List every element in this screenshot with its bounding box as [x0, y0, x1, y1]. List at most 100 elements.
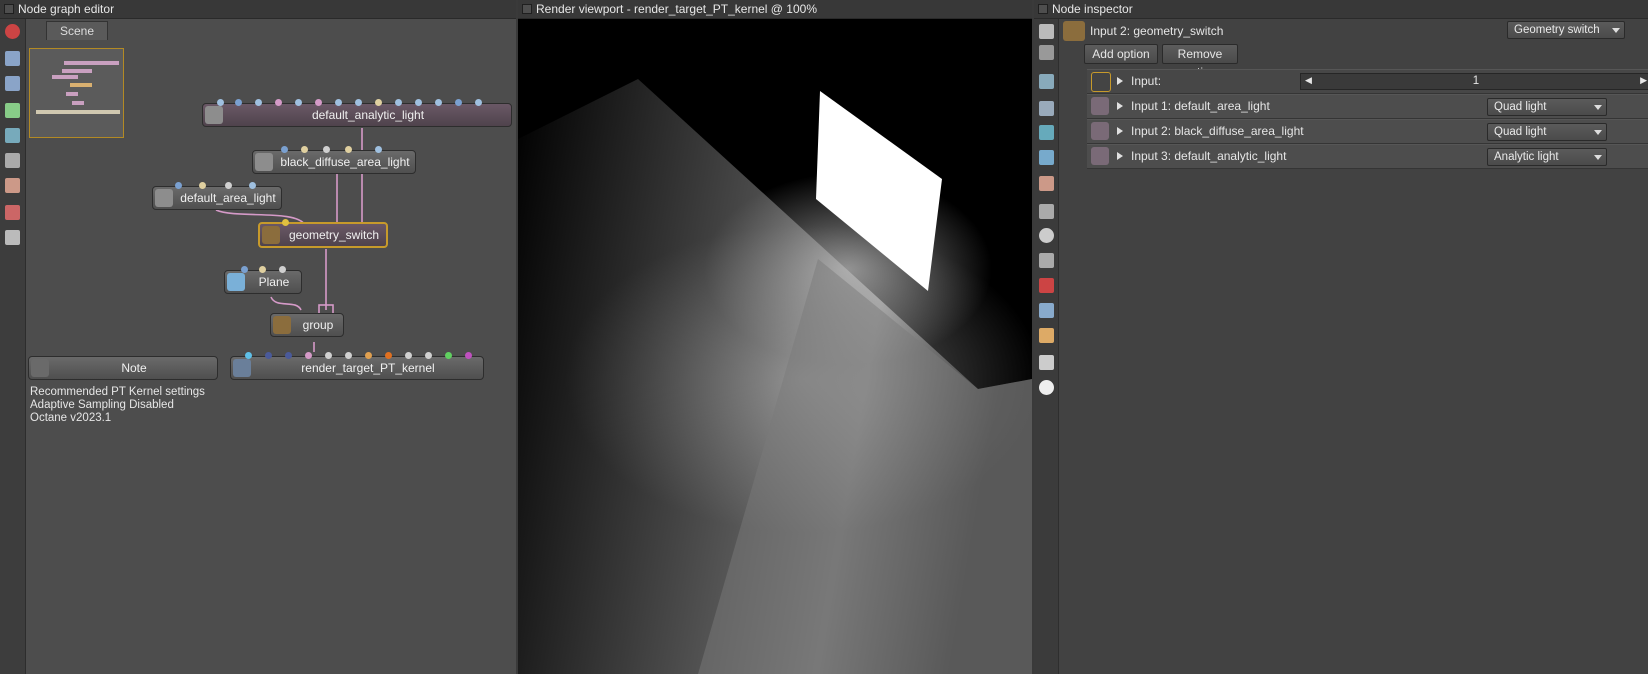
input-pin[interactable] [465, 352, 472, 359]
node-geometry-switch[interactable]: geometry_switch [258, 219, 388, 248]
node-default-area-light[interactable]: default_area_light [152, 182, 282, 210]
input-pin[interactable] [175, 182, 182, 189]
note-line: Adaptive Sampling Disabled [30, 399, 174, 411]
layers-icon[interactable] [1039, 303, 1054, 318]
input-pin[interactable] [355, 99, 362, 106]
render-image[interactable] [518, 19, 1032, 674]
input-pin[interactable] [295, 99, 302, 106]
expand-arrow-icon[interactable] [1117, 127, 1123, 135]
input-pin[interactable] [415, 99, 422, 106]
note-line: Octane v2023.1 [30, 412, 112, 424]
input-pin[interactable] [275, 99, 282, 106]
input-pin[interactable] [445, 352, 452, 359]
input-pin[interactable] [365, 352, 372, 359]
fit-nodes-icon[interactable] [5, 76, 20, 91]
viewport-titlebar: Render viewport - render_target_PT_kerne… [518, 0, 1032, 19]
cube-icon[interactable] [1039, 278, 1054, 293]
input-pin[interactable] [235, 99, 242, 106]
input-pin[interactable] [281, 146, 288, 153]
material-icon[interactable] [5, 128, 20, 143]
node-default-analytic-light[interactable]: default_analytic_light [202, 99, 512, 127]
add-option-button[interactable]: Add option [1084, 44, 1158, 64]
input-pin[interactable] [285, 352, 292, 359]
expand-icon[interactable] [1039, 24, 1054, 39]
input-pin[interactable] [475, 99, 482, 106]
input-pin[interactable] [335, 99, 342, 106]
node-graph-canvas[interactable]: Scene default_analytic_light black_diffu… [26, 19, 516, 674]
node-note[interactable]: Note [28, 356, 218, 380]
grid-icon[interactable] [5, 230, 20, 245]
curve-icon[interactable] [1039, 253, 1054, 268]
input-pin[interactable] [301, 146, 308, 153]
postprocess-icon[interactable] [1039, 380, 1054, 395]
collapse-icon[interactable] [1039, 45, 1054, 60]
environment-icon[interactable] [1039, 125, 1054, 140]
input-pin[interactable] [323, 146, 330, 153]
arrow-right-icon[interactable]: ▶ [1640, 75, 1647, 86]
input-pin[interactable] [395, 99, 402, 106]
input-pin[interactable] [255, 99, 262, 106]
input-pin[interactable] [282, 219, 289, 226]
remove-option-button[interactable]: Remove option [1162, 44, 1238, 79]
input-pin[interactable] [315, 99, 322, 106]
input-row-3[interactable]: Input 3: default_analytic_light Analytic… [1087, 144, 1648, 169]
input-pin[interactable] [217, 99, 224, 106]
input-pin[interactable] [241, 266, 248, 273]
input-pin[interactable] [325, 352, 332, 359]
input-slider[interactable]: ◀ 1 ▶ [1300, 73, 1648, 90]
clock-icon[interactable] [1039, 228, 1054, 243]
camera-icon[interactable] [1039, 101, 1054, 116]
camera-icon[interactable] [5, 153, 20, 168]
input-type-dropdown[interactable]: Quad light [1487, 98, 1607, 116]
panel-checkbox[interactable] [1038, 4, 1048, 14]
group-icon [273, 316, 291, 334]
node-group[interactable]: group [270, 313, 344, 337]
viewport-title: Render viewport - render_target_PT_kerne… [536, 2, 817, 16]
input-pin[interactable] [305, 352, 312, 359]
film-icon[interactable] [1039, 204, 1054, 219]
inspector-node-label: Input 2: geometry_switch [1090, 24, 1224, 38]
input-pin[interactable] [345, 146, 352, 153]
node-black-diffuse-area-light[interactable]: black_diffuse_area_light [252, 146, 416, 174]
input-pin[interactable] [249, 182, 256, 189]
input-row-1[interactable]: Input 1: default_area_light Quad light [1087, 94, 1648, 119]
new-node-icon[interactable] [5, 103, 20, 118]
input-pin[interactable] [375, 146, 382, 153]
input-pin[interactable] [279, 266, 286, 273]
input-pin[interactable] [225, 182, 232, 189]
octane-logo-icon[interactable] [5, 24, 20, 39]
node-render-target[interactable]: render_target_PT_kernel [230, 352, 484, 380]
input-type-dropdown[interactable]: Quad light [1487, 123, 1607, 141]
panel-checkbox[interactable] [4, 4, 14, 14]
node-graph-title: Node graph editor [18, 2, 115, 16]
input-pin[interactable] [385, 352, 392, 359]
image-icon[interactable] [1039, 74, 1054, 89]
material-icon[interactable] [1039, 176, 1054, 191]
input-pin[interactable] [245, 352, 252, 359]
graph-icon[interactable] [5, 205, 20, 220]
input-pin[interactable] [265, 352, 272, 359]
kernel-icon[interactable] [1039, 150, 1054, 165]
input-row-2[interactable]: Input 2: black_diffuse_area_light Quad l… [1087, 119, 1648, 144]
input-pin[interactable] [455, 99, 462, 106]
imager-icon[interactable] [1039, 355, 1054, 370]
expand-arrow-icon[interactable] [1117, 77, 1123, 85]
input-pin[interactable] [425, 352, 432, 359]
node-plane[interactable]: Plane [224, 266, 302, 294]
analytic-light-icon [1091, 147, 1109, 165]
panel-checkbox[interactable] [522, 4, 532, 14]
input-pin[interactable] [199, 182, 206, 189]
node-type-dropdown[interactable]: Geometry switch [1507, 21, 1625, 39]
instances-icon[interactable] [1039, 328, 1054, 343]
input-pin[interactable] [259, 266, 266, 273]
input-pin[interactable] [375, 99, 382, 106]
arrange-nodes-icon[interactable] [5, 51, 20, 66]
geometry-switch-icon [1063, 21, 1085, 41]
expand-arrow-icon[interactable] [1117, 152, 1123, 160]
texture-icon[interactable] [5, 178, 20, 193]
input-type-dropdown[interactable]: Analytic light [1487, 148, 1607, 166]
input-pin[interactable] [435, 99, 442, 106]
expand-arrow-icon[interactable] [1117, 102, 1123, 110]
input-pin[interactable] [345, 352, 352, 359]
input-pin[interactable] [405, 352, 412, 359]
